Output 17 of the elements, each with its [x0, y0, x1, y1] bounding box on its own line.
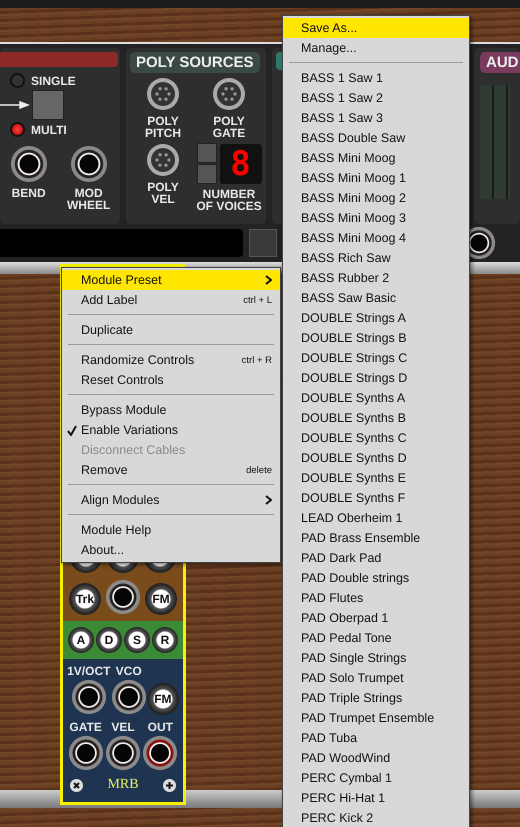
module-title: POLY SOURCES: [130, 52, 260, 73]
port-label: NUMBER OF VOICES: [196, 188, 262, 212]
module-name: MRB: [107, 777, 139, 793]
module-title: AUD: [480, 52, 520, 73]
port-label: VCO: [116, 665, 142, 677]
port-label: POLY VEL: [147, 181, 179, 205]
mode-label: SINGLE: [31, 74, 76, 86]
mode-label: MULTI: [31, 124, 67, 136]
port-label: GATE: [69, 721, 102, 733]
port-label: POLY GATE: [212, 115, 246, 139]
port-label: BEND: [12, 187, 46, 199]
port-label: VEL: [111, 721, 135, 733]
port-label: OUT: [148, 721, 173, 733]
voice-count-display: 8: [220, 144, 262, 184]
port-label: 1V/OCT: [67, 665, 110, 677]
port-label: POLY PITCH: [145, 115, 181, 139]
port-label: MOD WHEEL: [66, 187, 110, 211]
